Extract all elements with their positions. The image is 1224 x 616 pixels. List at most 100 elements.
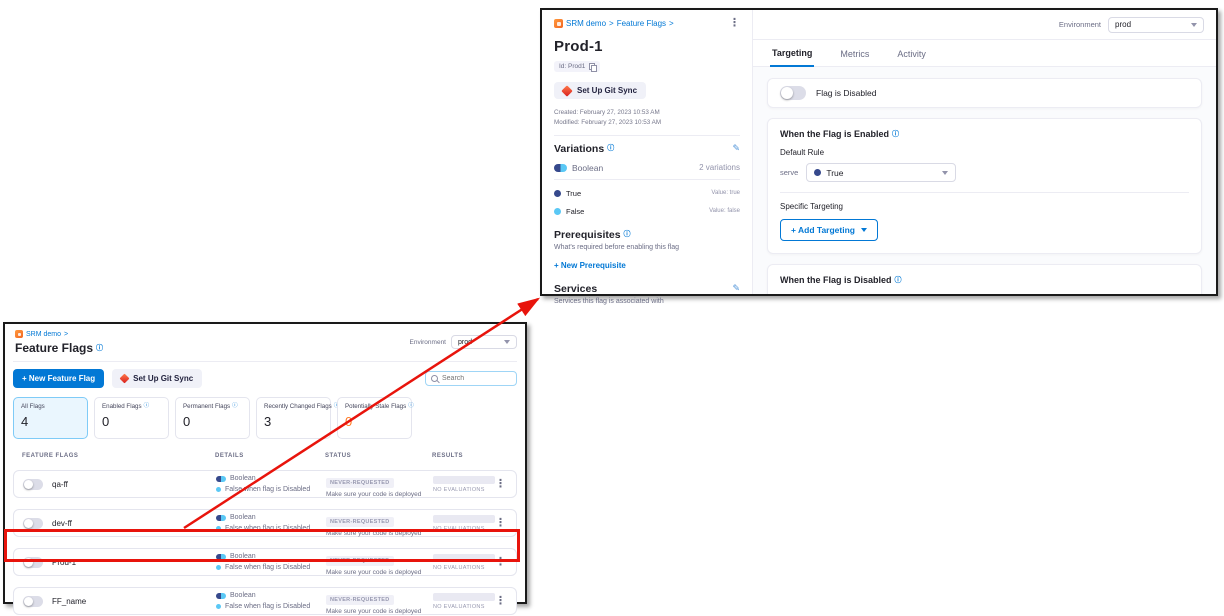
flag-name: Prod-1 <box>52 558 76 567</box>
environment-label: Environment <box>410 339 447 346</box>
serve-label: serve <box>780 168 798 177</box>
row-options-menu-icon[interactable]: ⋮ <box>495 596 521 607</box>
copy-icon[interactable] <box>589 63 595 70</box>
stat-count: 0 <box>345 414 404 429</box>
divider <box>780 192 1189 193</box>
info-icon: ⓘ <box>895 277 902 284</box>
search-box <box>425 371 517 386</box>
breadcrumb-separator: > <box>64 331 68 338</box>
flag-filter-cards: All Flags 4 Enabled Flagsⓘ 0 Permanent F… <box>13 397 517 439</box>
flag-toggle[interactable] <box>23 596 43 607</box>
row-options-menu-icon[interactable]: ⋮ <box>495 557 521 568</box>
table-row[interactable]: FF_name Boolean False when flag is Disab… <box>13 587 517 615</box>
column-header-details: DETAILS <box>215 453 325 459</box>
status-badge: NEVER-REQUESTED <box>326 595 394 605</box>
flag-toggle[interactable] <box>23 479 43 490</box>
default-rule-serve-row: serve True <box>780 163 1189 182</box>
evaluations-bar <box>433 554 495 562</box>
tab-activity[interactable]: Activity <box>895 49 928 66</box>
flag-toggle[interactable] <box>23 518 43 529</box>
edit-services-icon[interactable]: ✎ <box>732 284 740 293</box>
tab-metrics[interactable]: Metrics <box>838 49 871 66</box>
table-row[interactable]: dev-ff Boolean False when flag is Disabl… <box>13 509 517 537</box>
flag-detail-main: Environment prod Targeting Metrics Activ… <box>753 10 1216 294</box>
breadcrumb-separator: > <box>669 19 674 28</box>
false-variation-dot-icon <box>554 208 561 215</box>
evaluations-bar <box>433 476 495 484</box>
evaluations-label: NO EVALUATIONS <box>433 565 495 571</box>
flag-state-label: Flag is Disabled <box>816 88 876 98</box>
evaluations-label: NO EVALUATIONS <box>433 526 495 532</box>
status-badge: NEVER-REQUESTED <box>326 517 394 527</box>
edit-variations-icon[interactable]: ✎ <box>732 144 740 153</box>
stat-count: 0 <box>102 414 161 429</box>
new-prerequisite-link[interactable]: + New Prerequisite <box>554 261 740 270</box>
environment-row: Environment prod <box>753 10 1216 40</box>
add-targeting-button[interactable]: + Add Targeting <box>780 219 878 241</box>
specific-targeting-label: Specific Targeting <box>780 202 1189 211</box>
screenshot-canvas: SRM demo > Feature Flags > ⋮ Prod-1 Id: … <box>0 0 1224 616</box>
environment-value: prod <box>1115 20 1131 29</box>
environment-label: Environment <box>1059 20 1101 29</box>
breadcrumb-project-link[interactable]: SRM demo <box>26 331 61 338</box>
set-up-git-sync-button[interactable]: Set Up Git Sync <box>112 369 202 388</box>
evaluations-label: NO EVALUATIONS <box>433 487 495 493</box>
breadcrumb-separator: > <box>609 19 614 28</box>
table-row[interactable]: qa-ff Boolean False when flag is Disable… <box>13 470 517 498</box>
column-header-results: RESULTS <box>432 453 491 459</box>
evaluations-bar <box>433 593 495 601</box>
new-feature-flag-button[interactable]: + New Feature Flag <box>13 369 104 388</box>
filter-card-all-flags[interactable]: All Flags 4 <box>13 397 88 439</box>
info-icon: ⓘ <box>144 404 150 410</box>
table-row-prod-1[interactable]: Prod-1 Boolean False when flag is Disabl… <box>13 548 517 576</box>
variation-type: Boolean <box>572 163 603 173</box>
search-input[interactable] <box>442 375 511 382</box>
filter-card-potentially-stale-flags[interactable]: Potentially Stale Flagsⓘ 0 <box>337 397 412 439</box>
git-sync-icon <box>561 85 572 96</box>
detail-tabs: Targeting Metrics Activity <box>753 40 1216 67</box>
set-up-git-sync-button[interactable]: Set Up Git Sync <box>554 82 646 99</box>
chevron-down-icon <box>861 228 867 232</box>
status-badge: NEVER-REQUESTED <box>326 556 394 566</box>
variation-type-row: Boolean 2 variations <box>554 163 740 180</box>
flag-title: Prod-1 <box>554 38 740 55</box>
boolean-variation-icon <box>216 476 226 482</box>
chevron-down-icon <box>504 340 510 344</box>
info-icon: ⓘ <box>96 345 103 352</box>
filter-card-recently-changed-flags[interactable]: Recently Changed Flagsⓘ 3 <box>256 397 331 439</box>
tab-targeting[interactable]: Targeting <box>770 48 814 67</box>
flag-toggle[interactable] <box>23 557 43 568</box>
environment-select[interactable]: prod <box>451 335 517 349</box>
stat-count: 0 <box>183 414 242 429</box>
filter-card-permanent-flags[interactable]: Permanent Flagsⓘ 0 <box>175 397 250 439</box>
flag-name: FF_name <box>52 597 86 606</box>
flag-id-badge[interactable]: Id: Prod1 <box>554 61 600 72</box>
status-badge: NEVER-REQUESTED <box>326 478 394 488</box>
filter-card-enabled-flags[interactable]: Enabled Flagsⓘ 0 <box>94 397 169 439</box>
flag-options-menu-icon[interactable]: ⋮ <box>729 18 740 29</box>
status-text: Make sure your code is deployed <box>326 608 433 615</box>
true-variation-dot-icon <box>814 169 821 176</box>
flag-detail-panel: SRM demo > Feature Flags > ⋮ Prod-1 Id: … <box>540 8 1218 296</box>
row-options-menu-icon[interactable]: ⋮ <box>495 518 521 529</box>
flag-enabled-toggle[interactable] <box>780 86 806 100</box>
breadcrumb-project-link[interactable]: SRM demo <box>566 19 606 28</box>
variation-name: False <box>566 207 584 216</box>
breadcrumb-section-link[interactable]: Feature Flags <box>617 19 666 28</box>
false-variation-dot-icon <box>216 604 221 609</box>
git-sync-icon <box>120 374 130 384</box>
targeting-tab-content: Flag is Disabled When the Flag is Enable… <box>753 67 1216 294</box>
flag-id-label: Id: Prod1 <box>559 63 585 70</box>
variation-count: 2 variations <box>699 163 740 172</box>
status-text: Make sure your code is deployed <box>326 491 433 498</box>
false-variation-dot-icon <box>216 487 221 492</box>
prerequisites-section-heading: Prerequisites ⓘ <box>554 229 740 241</box>
default-rule-variation-select[interactable]: True <box>806 163 956 182</box>
boolean-variation-icon <box>216 515 226 521</box>
column-header-status: STATUS <box>325 453 432 459</box>
environment-select[interactable]: prod <box>1108 17 1204 33</box>
stat-count: 4 <box>21 414 80 429</box>
info-icon: ⓘ <box>624 231 631 238</box>
row-options-menu-icon[interactable]: ⋮ <box>495 479 521 490</box>
column-header-feature-flags: FEATURE FLAGS <box>22 453 215 459</box>
